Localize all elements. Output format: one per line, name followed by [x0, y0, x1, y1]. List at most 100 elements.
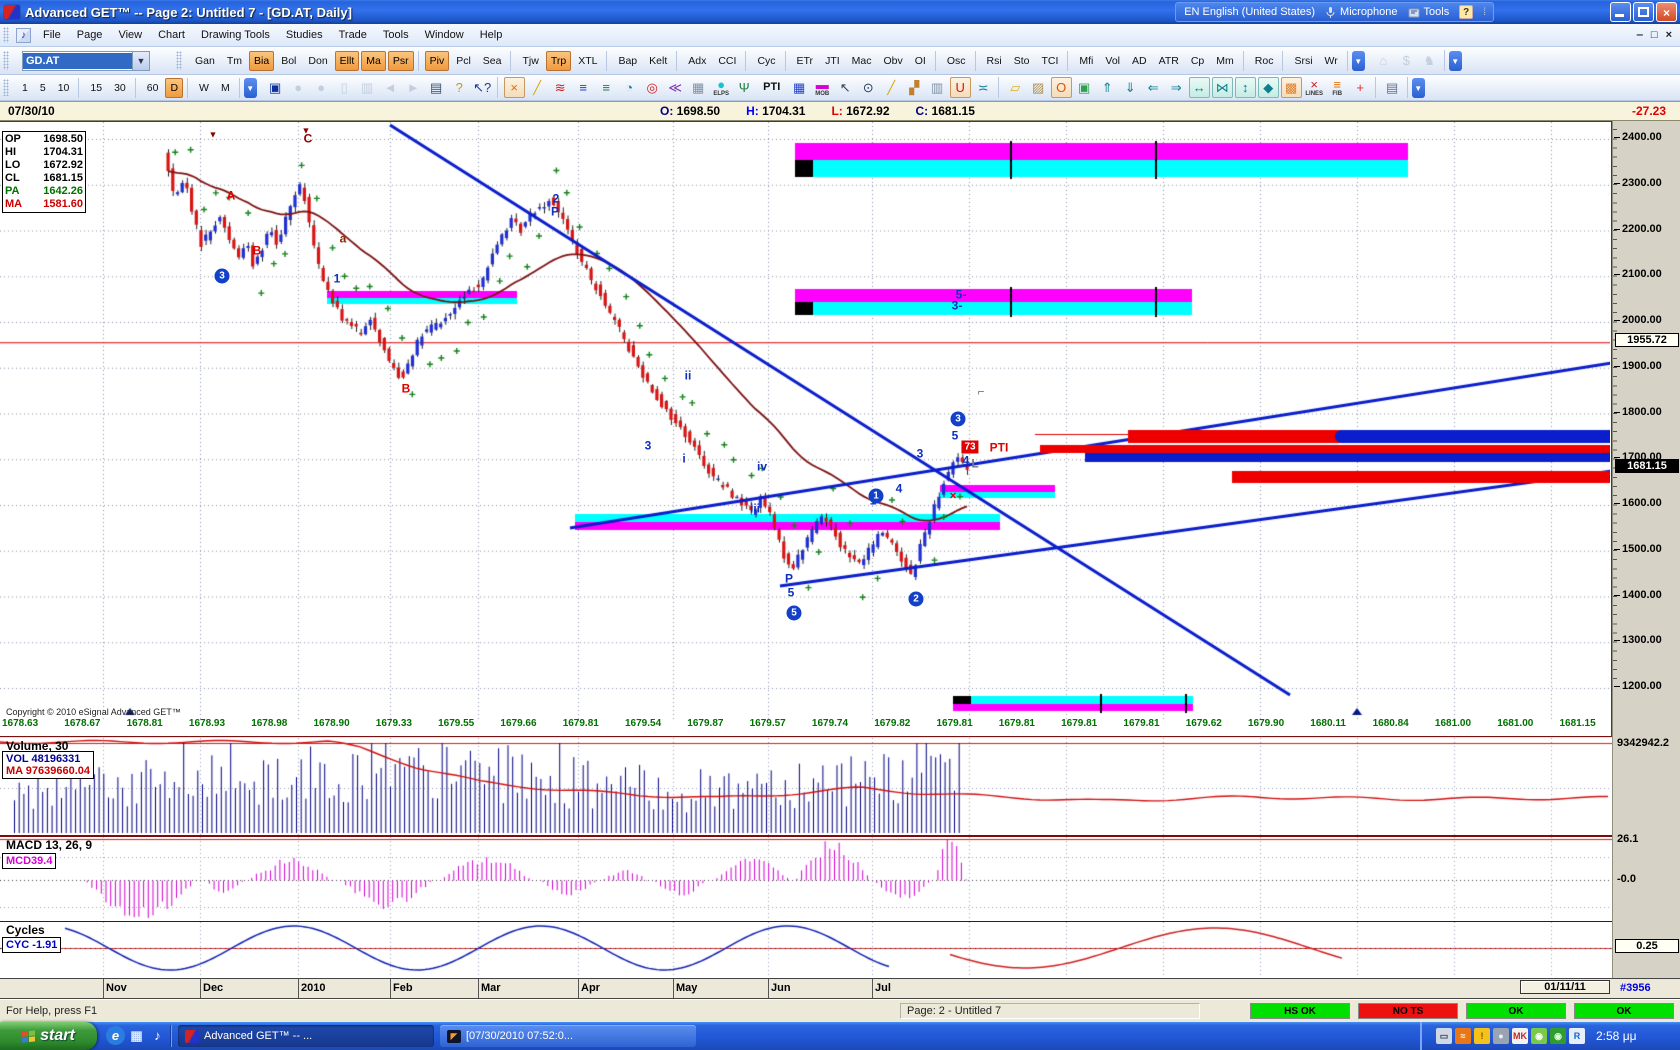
- price-chart[interactable]: OP1698.50HI1704.31LO1672.92CL1681.15PA16…: [0, 121, 1612, 737]
- study-button-piv[interactable]: Piv: [425, 51, 450, 71]
- nvidia-icon[interactable]: ◉: [1550, 1028, 1566, 1044]
- compress-horizontal-icon[interactable]: ⋈: [1212, 77, 1233, 98]
- timeframe-button-w[interactable]: W: [194, 78, 214, 98]
- study-button-ad[interactable]: AD: [1127, 51, 1152, 71]
- timeframe-button-1[interactable]: 1: [17, 78, 33, 98]
- parallel-lines-icon[interactable]: ≡: [573, 77, 594, 98]
- pointer-tool-icon[interactable]: ↖: [835, 77, 856, 98]
- study-button-tjw[interactable]: Tjw: [517, 51, 543, 71]
- ie-icon[interactable]: e: [106, 1026, 125, 1045]
- study-button-xtl[interactable]: XTL: [573, 51, 602, 71]
- study-button-mfi[interactable]: Mfi: [1074, 51, 1098, 71]
- mk-icon[interactable]: MK: [1512, 1028, 1528, 1044]
- grid-blue-icon[interactable]: ▦: [789, 77, 810, 98]
- cycles-canvas[interactable]: [0, 922, 1612, 978]
- macd-canvas[interactable]: [0, 837, 1612, 921]
- pitchfork-icon[interactable]: Ψ: [734, 77, 755, 98]
- menu-grip[interactable]: [3, 27, 9, 42]
- timeframe-button-d[interactable]: D: [165, 78, 183, 98]
- microphone-button[interactable]: Microphone: [1325, 6, 1397, 19]
- pages-stack-icon[interactable]: ▥: [927, 77, 948, 98]
- display-icon[interactable]: ▭: [1436, 1028, 1452, 1044]
- menu-studies[interactable]: Studies: [278, 26, 331, 44]
- snapshot-icon[interactable]: ▣: [1074, 77, 1095, 98]
- chart-type-icon[interactable]: ▣: [265, 77, 286, 98]
- toolbar-grip[interactable]: [3, 79, 9, 97]
- compress-vertical-icon[interactable]: ◆: [1258, 77, 1279, 98]
- tools-button[interactable]: Tools: [1408, 6, 1450, 18]
- symbol-combobox[interactable]: GD.AT ▼: [22, 51, 150, 71]
- volume-panel[interactable]: Volume, 30 VOL 48196331 MA 97639660.04: [0, 738, 1612, 835]
- minimize-button[interactable]: [1610, 2, 1631, 22]
- study-button-tm[interactable]: Tm: [222, 51, 247, 71]
- expand-vertical-icon[interactable]: ↕: [1235, 77, 1256, 98]
- scroll-up-icon[interactable]: ⇑: [1097, 77, 1118, 98]
- timeframe-button-30[interactable]: 30: [109, 78, 131, 98]
- menu-drawing-tools[interactable]: Drawing Tools: [193, 26, 278, 44]
- menu-page[interactable]: Page: [69, 26, 111, 44]
- price-scale[interactable]: 2400.002300.002200.002100.002000.001900.…: [1612, 121, 1680, 978]
- study-button-tci[interactable]: TCI: [1036, 51, 1063, 71]
- grid-tool-icon[interactable]: ▦: [688, 77, 709, 98]
- regression-channel-icon[interactable]: ≡: [596, 77, 617, 98]
- dotted-region-icon[interactable]: ▩: [1281, 77, 1302, 98]
- open-folder-icon[interactable]: ▱: [1005, 77, 1026, 98]
- trendline-pencil-icon[interactable]: ╱: [527, 77, 548, 98]
- messenger-icon[interactable]: ♪: [148, 1026, 167, 1045]
- scroll-down-icon[interactable]: ⇓: [1120, 77, 1141, 98]
- realtek-icon[interactable]: R: [1569, 1028, 1585, 1044]
- study-button-gan[interactable]: Gan: [190, 51, 220, 71]
- study-button-srsi[interactable]: Srsi: [1289, 51, 1317, 71]
- study-button-kelt[interactable]: Kelt: [644, 51, 672, 71]
- toolbar-overflow-icon[interactable]: ▼: [244, 78, 257, 98]
- snap-align-icon[interactable]: ≍: [973, 77, 994, 98]
- menu-chart[interactable]: Chart: [150, 26, 193, 44]
- study-button-atr[interactable]: ATR: [1154, 51, 1184, 71]
- symbol-dropdown-icon[interactable]: ▼: [132, 52, 149, 70]
- study-button-etr[interactable]: ETr: [792, 51, 819, 71]
- study-button-cp[interactable]: Cp: [1186, 51, 1209, 71]
- time-clock-icon[interactable]: ◔: [619, 77, 640, 98]
- study-button-adx[interactable]: Adx: [683, 51, 711, 71]
- study-button-obv[interactable]: Obv: [879, 51, 908, 71]
- fan-lines-icon[interactable]: ≪: [665, 77, 686, 98]
- study-button-osc[interactable]: Osc: [942, 51, 971, 71]
- study-button-sto[interactable]: Sto: [1009, 51, 1035, 71]
- time-axis[interactable]: 01/11/11 #3956 NovDec2010FebMarAprMayJun…: [0, 978, 1680, 999]
- toolbar-overflow-icon[interactable]: ▼: [1352, 51, 1365, 71]
- study-button-sea[interactable]: Sea: [478, 51, 507, 71]
- symbol-input[interactable]: GD.AT: [23, 53, 132, 69]
- study-button-cyc[interactable]: Cyc: [752, 51, 780, 71]
- timeframe-button-60[interactable]: 60: [142, 78, 164, 98]
- cycles-panel[interactable]: Cycles CYC -1.91: [0, 921, 1612, 978]
- candlestick-canvas[interactable]: [0, 122, 1610, 736]
- language-help-button[interactable]: ?: [1459, 5, 1473, 19]
- study-button-roc[interactable]: Roc: [1250, 51, 1279, 71]
- mdi-minimize-button[interactable]: ‒: [1637, 29, 1643, 41]
- properties-icon[interactable]: ▤: [1382, 77, 1403, 98]
- pencil-2-icon[interactable]: ╱: [881, 77, 902, 98]
- format-brush-icon[interactable]: ▨: [1028, 77, 1049, 98]
- language-indicator[interactable]: EN English (United States): [1184, 6, 1315, 18]
- study-button-bia[interactable]: Bia: [249, 51, 274, 71]
- pti-icon[interactable]: PTI: [757, 77, 787, 98]
- ellipse-tool-icon[interactable]: ●ELPS: [711, 77, 732, 98]
- cd-icon[interactable]: ◉: [1531, 1028, 1547, 1044]
- restore-button[interactable]: [1633, 2, 1654, 22]
- menu-tools[interactable]: Tools: [375, 26, 417, 44]
- timeframe-button-m[interactable]: M: [216, 78, 235, 98]
- security-shield-icon[interactable]: !: [1474, 1028, 1490, 1044]
- update-icon[interactable]: ●: [1493, 1028, 1509, 1044]
- java-icon[interactable]: ≈: [1455, 1028, 1471, 1044]
- show-desktop-icon[interactable]: ▦: [127, 1026, 146, 1045]
- study-button-ellt[interactable]: Ellt: [335, 51, 360, 71]
- start-button[interactable]: start: [0, 1022, 97, 1050]
- magnet-icon[interactable]: U: [950, 77, 971, 98]
- crosshair-icon[interactable]: +: [1350, 77, 1371, 98]
- macd-panel[interactable]: MACD 13, 26, 9 MCD39.4: [0, 835, 1612, 921]
- taskbar-clock[interactable]: 2:58 μμ: [1596, 1029, 1637, 1043]
- toolbar-grip[interactable]: [176, 51, 182, 70]
- gann-angles-icon[interactable]: ≋: [550, 77, 571, 98]
- mdi-restore-button[interactable]: □: [1651, 29, 1658, 41]
- task-button-1[interactable]: Advanced GET™ -- ...: [178, 1025, 434, 1047]
